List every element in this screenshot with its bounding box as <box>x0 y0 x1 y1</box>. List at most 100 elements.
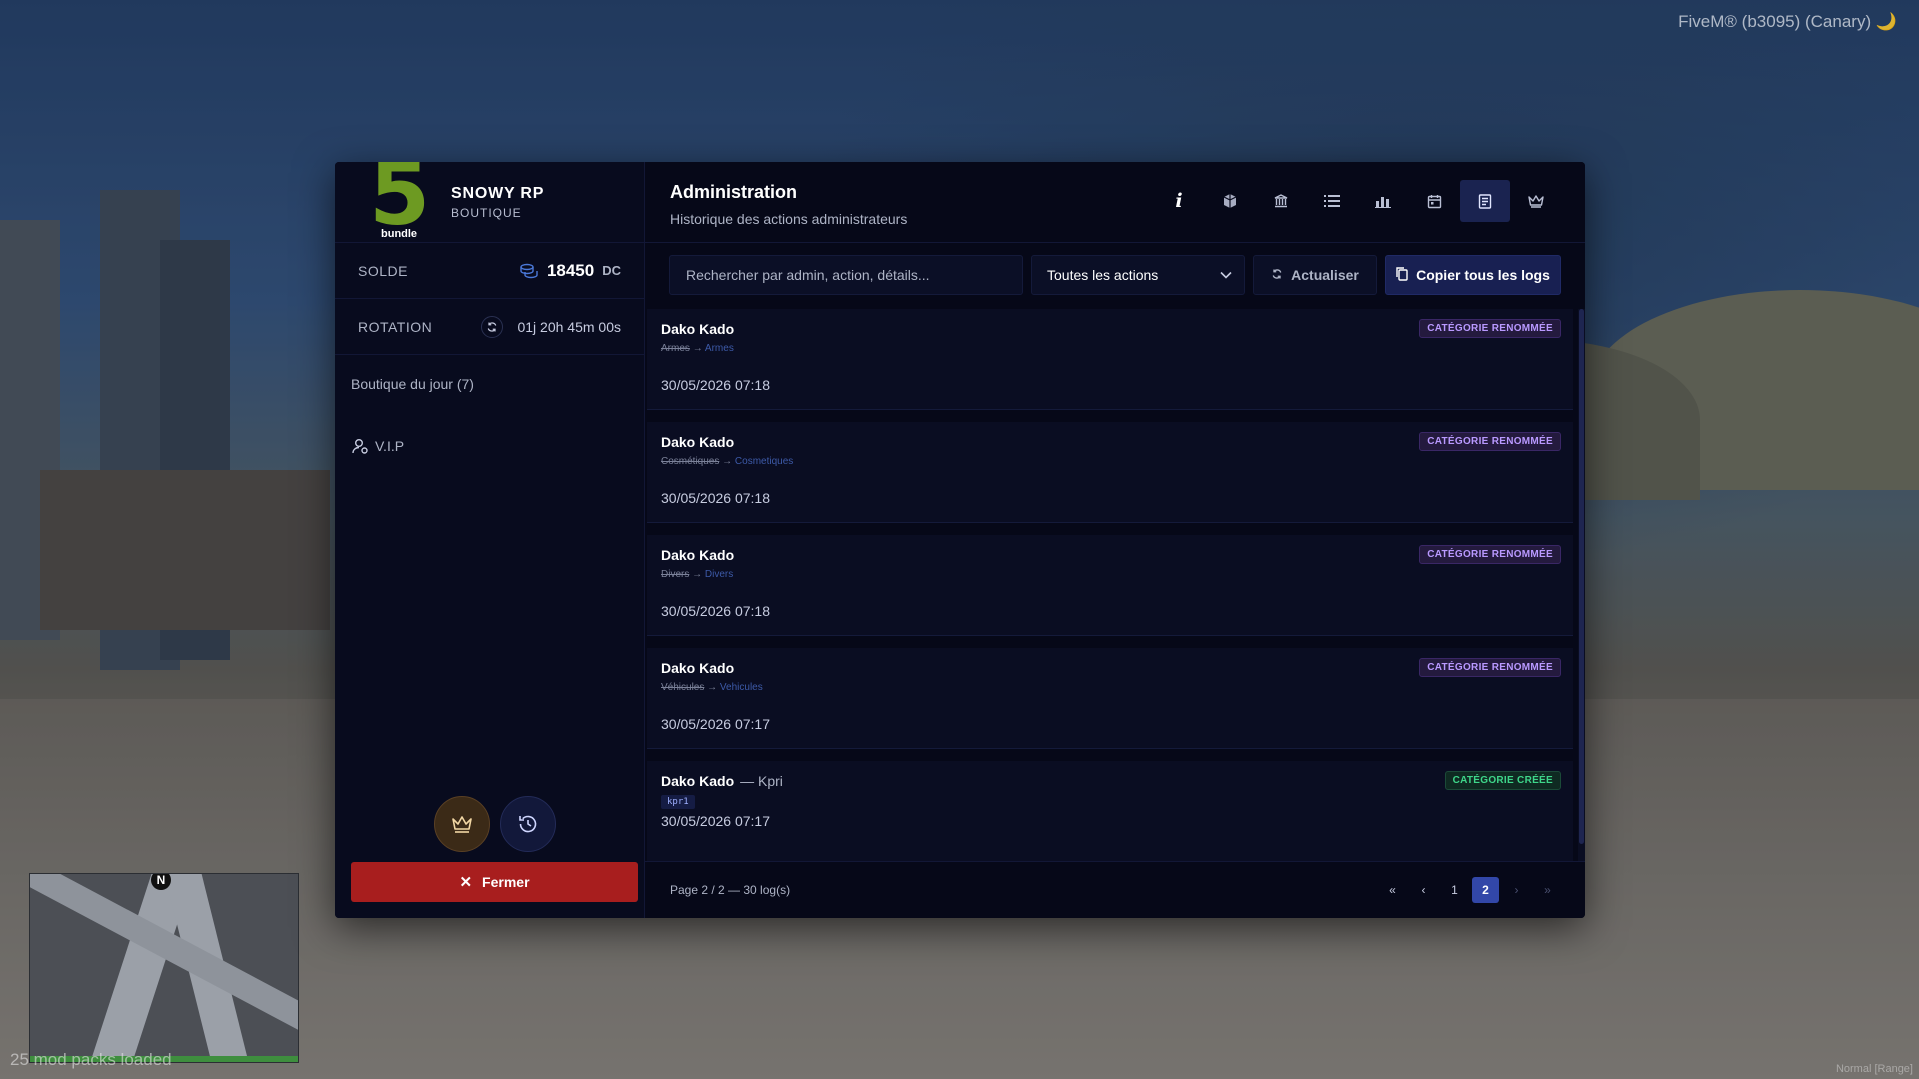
document-log-icon <box>1478 193 1492 209</box>
log-admin-name: Dako Kado <box>661 773 735 789</box>
minimap: N <box>29 873 299 1063</box>
admin-header: Administration Historique des actions ad… <box>645 162 1585 243</box>
log-change: Armes → Armes <box>661 343 1559 354</box>
chevron-down-icon <box>1220 268 1232 282</box>
log-action-badge: CATÉGORIE RENOMMÉE <box>1419 545 1561 564</box>
balance-currency: DC <box>602 263 621 278</box>
log-admin-name: Dako Kado <box>661 547 735 563</box>
arrow-icon: → <box>707 682 718 693</box>
pagination: « ‹ 1 2 › » <box>1379 877 1561 903</box>
crown-icon <box>452 816 472 833</box>
log-date: 30/05/2026 07:18 <box>661 377 770 393</box>
log-admin-name: Dako Kado <box>661 321 735 337</box>
voice-range-status: Normal [Range] <box>1835 1063 1913 1075</box>
page-title: Administration <box>670 182 798 202</box>
tab-list[interactable] <box>1307 180 1357 222</box>
log-entry: Dako Kado Divers → Divers 30/05/2026 07:… <box>647 535 1573 636</box>
close-button-label: Fermer <box>482 874 530 890</box>
list-icon <box>1324 195 1340 207</box>
search-input[interactable] <box>669 255 1023 295</box>
calendar-icon <box>1427 194 1441 208</box>
refresh-label: Actualiser <box>1291 267 1359 283</box>
log-toolbar: Toutes les actions Actualiser Copier tou… <box>645 243 1585 307</box>
cube-icon <box>1223 194 1237 208</box>
scrollbar-thumb[interactable] <box>1579 309 1584 844</box>
log-old-value: Véhicules <box>661 682 705 693</box>
page-1-button[interactable]: 1 <box>1441 877 1468 903</box>
tab-vip[interactable] <box>1511 180 1561 222</box>
last-page-button[interactable]: » <box>1534 877 1561 903</box>
prev-page-button[interactable]: ‹ <box>1410 877 1437 903</box>
history-button[interactable] <box>500 796 556 852</box>
sidebar-item-daily-shop[interactable]: Boutique du jour (7) <box>335 355 644 413</box>
next-page-button[interactable]: › <box>1503 877 1530 903</box>
info-icon: i <box>1175 190 1183 212</box>
copy-all-logs-label: Copier tous les logs <box>1416 267 1550 283</box>
log-entry: Dako Kado Véhicules → Vehicules 30/05/20… <box>647 648 1573 749</box>
pagination-info: Page 2 / 2 — 30 log(s) <box>670 883 791 897</box>
history-icon <box>519 815 537 833</box>
shop-panel: 5 bundle SNOWY RP BOUTIQUE SOLDE 18450 D… <box>335 162 1585 918</box>
coins-icon <box>520 263 538 278</box>
balance-value: 18450 <box>546 260 595 280</box>
log-new-value: Vehicules <box>719 682 763 693</box>
log-entry: Dako Kado Cosmétiques → Cosmetiques 30/0… <box>647 422 1573 523</box>
log-extra: — Kpri <box>740 773 783 789</box>
tab-info[interactable]: i <box>1154 180 1204 222</box>
sidebar-item-vip[interactable]: V.I.P <box>335 413 644 479</box>
sidebar-item-label: Boutique du jour (7) <box>351 376 474 392</box>
crown-button[interactable] <box>434 796 490 852</box>
log-date: 30/05/2026 07:18 <box>661 490 770 506</box>
arrow-icon: → <box>692 569 703 580</box>
log-date: 30/05/2026 07:18 <box>661 603 770 619</box>
tab-bank[interactable] <box>1256 180 1306 222</box>
arrow-icon: → <box>722 456 733 467</box>
admin-tabs: i <box>1154 180 1561 222</box>
pagination-bar: Page 2 / 2 — 30 log(s) « ‹ 1 2 › » <box>645 861 1585 918</box>
bar-chart-icon <box>1375 197 1391 208</box>
action-filter-select[interactable]: Toutes les actions <box>1031 255 1245 295</box>
log-list: Dako Kado Armes → Armes 30/05/2026 07:18… <box>645 309 1585 861</box>
close-icon: ✕ <box>459 874 473 891</box>
log-new-value: Divers <box>704 569 734 580</box>
tab-statistics[interactable] <box>1358 180 1408 222</box>
fivem-build-label: FiveM® (b3095) (Canary) 🌙 <box>1678 12 1897 31</box>
crown-icon <box>1528 195 1544 208</box>
rotation-countdown: 01j 20h 45m 00s <box>517 318 621 335</box>
brand-name: SNOWY RP <box>451 184 545 202</box>
main-content: Administration Historique des actions ad… <box>645 162 1585 918</box>
bank-icon <box>1274 194 1288 208</box>
log-new-value: Cosmetiques <box>734 456 794 467</box>
logo-word: bundle <box>381 228 418 240</box>
copy-icon <box>1396 266 1408 284</box>
tab-logs[interactable] <box>1460 180 1510 222</box>
first-page-button[interactable]: « <box>1379 877 1406 903</box>
log-scrollbar[interactable] <box>1578 309 1585 861</box>
mod-packs-status: 25 mod packs loaded <box>10 1050 172 1069</box>
log-old-value: Armes <box>661 343 690 354</box>
log-admin-name: Dako Kado <box>661 660 735 676</box>
log-date: 30/05/2026 07:17 <box>661 813 770 829</box>
log-old-value: Cosmétiques <box>661 456 720 467</box>
brand-logo: 5 bundle <box>369 162 433 242</box>
log-action-badge: CATÉGORIE RENOMMÉE <box>1419 319 1561 338</box>
close-button[interactable]: ✕ Fermer <box>351 862 638 902</box>
log-action-badge: CATÉGORIE RENOMMÉE <box>1419 432 1561 451</box>
log-change: Cosmétiques → Cosmetiques <box>661 456 1559 467</box>
log-old-value: Divers <box>661 569 690 580</box>
page-2-button[interactable]: 2 <box>1472 877 1499 903</box>
brand-subtitle: BOUTIQUE <box>451 205 522 220</box>
action-filter-value: Toutes les actions <box>1047 267 1159 283</box>
refresh-cycle-icon <box>481 315 504 338</box>
refresh-button[interactable]: Actualiser <box>1253 255 1377 295</box>
arrow-icon: → <box>692 343 703 354</box>
log-date: 30/05/2026 07:17 <box>661 716 770 732</box>
log-entry: Dako Kado Armes → Armes 30/05/2026 07:18… <box>647 309 1573 410</box>
copy-all-logs-button[interactable]: Copier tous les logs <box>1385 255 1561 295</box>
balance-label: SOLDE <box>358 262 408 279</box>
log-change: Divers → Divers <box>661 569 1559 580</box>
sidebar-item-label: V.I.P <box>375 438 405 454</box>
tab-items[interactable] <box>1205 180 1255 222</box>
sidebar: 5 bundle SNOWY RP BOUTIQUE SOLDE 18450 D… <box>335 162 645 918</box>
tab-calendar[interactable] <box>1409 180 1459 222</box>
